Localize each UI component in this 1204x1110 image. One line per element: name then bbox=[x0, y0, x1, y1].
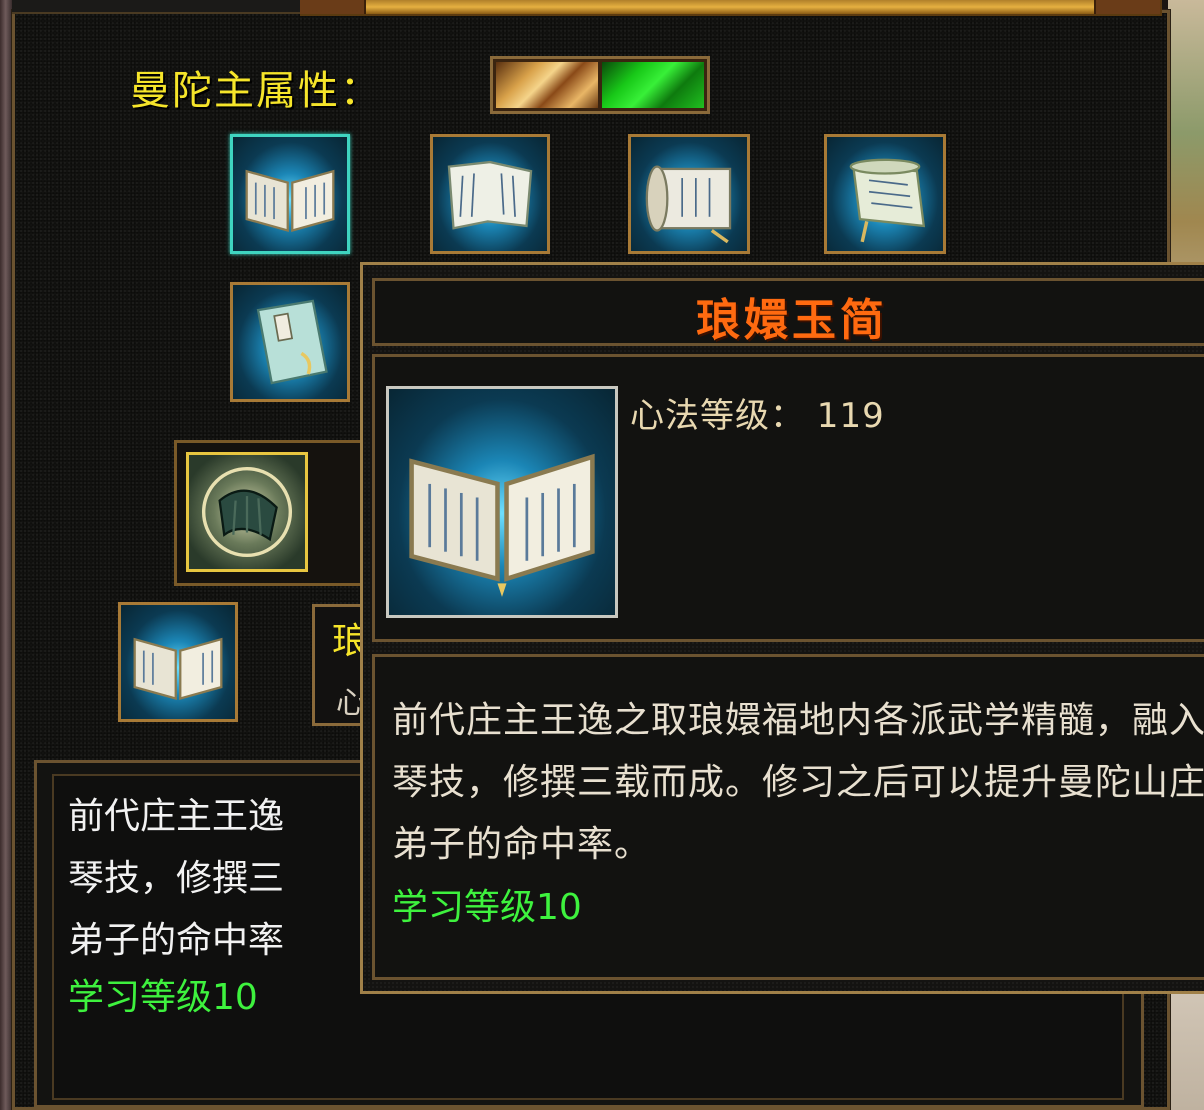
tooltip-skill-icon bbox=[386, 386, 618, 618]
tooltip-title: 琅嬛玉简 bbox=[696, 295, 888, 346]
rolled-scroll-icon bbox=[631, 137, 747, 251]
tooltip-learn-level: 学习等级10 bbox=[392, 887, 582, 928]
skill-slot-1[interactable] bbox=[230, 134, 350, 254]
description-line: 琴技，修撰三 bbox=[68, 858, 285, 899]
manual-book-icon bbox=[233, 285, 347, 399]
skill-slot-3[interactable] bbox=[628, 134, 750, 254]
description-line: 前代庄主王逸 bbox=[68, 796, 285, 837]
top-frame bbox=[12, 0, 300, 14]
description-line: 弟子的命中率 bbox=[68, 920, 285, 961]
skill-slot-2[interactable] bbox=[430, 134, 550, 254]
unrolled-scroll-icon bbox=[827, 137, 943, 251]
open-book-icon bbox=[233, 137, 347, 251]
earth-attribute-icon bbox=[496, 62, 598, 108]
title-bar bbox=[300, 0, 1162, 16]
skill-slot-4[interactable] bbox=[824, 134, 946, 254]
skill-slot-5[interactable] bbox=[230, 282, 350, 402]
jade-slips-icon bbox=[189, 455, 305, 569]
tooltip-skill-level: 心法等级： 119 bbox=[630, 396, 885, 436]
special-skill-slot[interactable] bbox=[186, 452, 308, 572]
open-book-icon bbox=[389, 389, 615, 615]
attribute-bar bbox=[490, 56, 710, 114]
learn-level-text: 学习等级10 bbox=[68, 977, 258, 1018]
tooltip-description: 前代庄主王逸之取琅嬛福地内各派武学精髓，融入琴技，修撰三载而成。修习之后可以提升… bbox=[392, 700, 1204, 865]
open-book-icon bbox=[121, 605, 235, 719]
title-bar-cap-right bbox=[1094, 0, 1160, 14]
title-bar-cap-left bbox=[300, 0, 366, 14]
wood-attribute-icon bbox=[602, 62, 704, 108]
skill-slot-6[interactable] bbox=[118, 602, 238, 722]
description-text: 前代庄主王逸 琴技，修撰三 弟子的命中率 bbox=[68, 786, 368, 972]
attribute-label: 曼陀主属性： bbox=[130, 68, 382, 114]
scroll-book-icon bbox=[433, 137, 547, 251]
